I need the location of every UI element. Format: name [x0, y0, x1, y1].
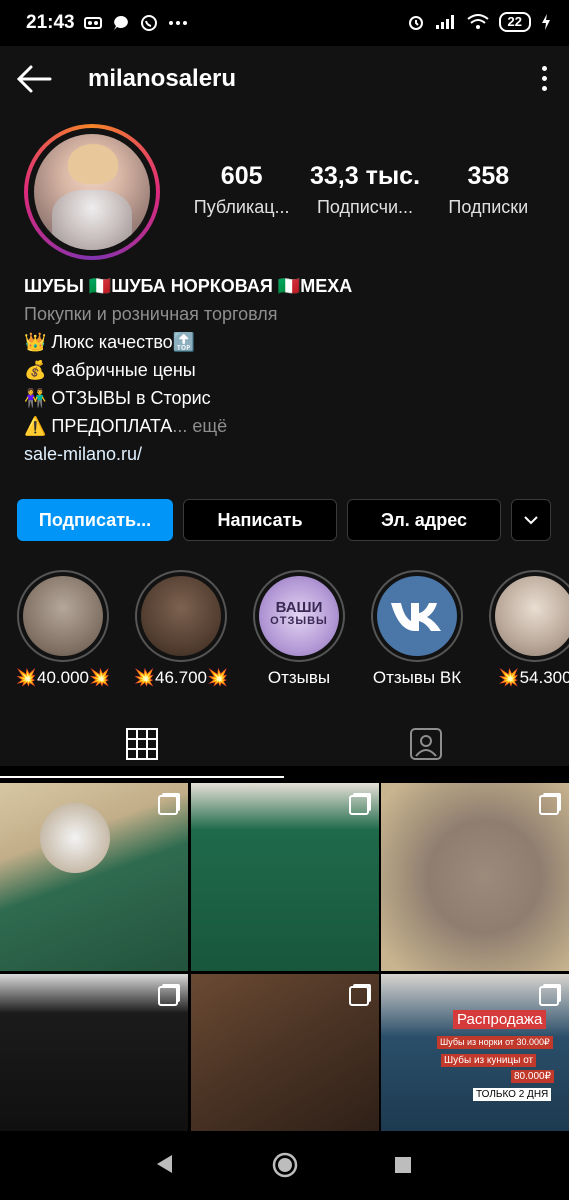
posts-grid: Распродажа Шубы из норки от 30.000₽ Шубы… [0, 783, 569, 1131]
nav-back-icon[interactable] [154, 1153, 174, 1175]
carousel-icon [349, 986, 369, 1006]
highlight-cover-subtitle: ОТЗЫВЫ [270, 615, 328, 627]
post-thumbnail[interactable] [0, 783, 188, 971]
stat-posts[interactable]: 605 Публикац... [180, 162, 303, 218]
post-thumbnail[interactable] [191, 783, 379, 971]
profile-actions: Подписать... Написать Эл. адрес [17, 499, 551, 541]
chat-icon [114, 16, 128, 30]
alarm-icon [408, 16, 423, 30]
bio-line-last: ⚠️ ПРЕДОПЛАТА... ещё [24, 412, 554, 440]
post-overlay-text: 80.000₽ [511, 1070, 554, 1083]
tab-posts-grid[interactable] [0, 710, 284, 778]
post-thumbnail[interactable] [0, 974, 188, 1131]
post-thumbnail[interactable] [191, 974, 379, 1131]
highlight-item[interactable]: 💥54.300 [476, 570, 569, 688]
bio-website-link[interactable]: sale-milano.ru/ [24, 440, 554, 468]
tagged-icon [410, 728, 442, 760]
nav-home-icon[interactable] [271, 1151, 299, 1179]
chevron-down-icon [524, 516, 538, 525]
carousel-icon [539, 986, 559, 1006]
profile-name: ШУБЫ 🇮🇹ШУБА НОРКОВАЯ 🇮🇹МЕХА [24, 276, 353, 296]
highlight-label: 💥54.300 [498, 668, 569, 687]
avatar-image [34, 134, 150, 250]
stat-followers[interactable]: 33,3 тыс. Подписчи... [303, 162, 426, 218]
suggested-accounts-button[interactable] [511, 499, 551, 541]
highlight-label: Отзывы ВК [372, 668, 462, 687]
profile-bio: ШУБЫ 🇮🇹ШУБА НОРКОВАЯ 🇮🇹МЕХА Покупки и ро… [24, 272, 554, 468]
highlight-item[interactable]: 💥40.000💥 [4, 570, 122, 688]
highlight-item[interactable]: 💥46.700💥 [122, 570, 240, 688]
voicemail-icon [84, 17, 102, 29]
carousel-icon [539, 795, 559, 815]
bio-line: 👫 ОТЗЫВЫ в Сторис [24, 388, 211, 408]
highlight-cover [141, 576, 221, 656]
stat-value: 358 [467, 162, 510, 190]
status-bar: 21:43 22 [0, 0, 569, 46]
profile-stats: 605 Публикац... 33,3 тыс. Подписчи... 35… [180, 162, 550, 218]
notification-icons [84, 14, 188, 32]
stat-following[interactable]: 358 Подписки [427, 162, 550, 218]
nav-recents-icon[interactable] [393, 1155, 413, 1175]
carousel-icon [349, 795, 369, 815]
carousel-icon [158, 795, 178, 815]
stat-value: 33,3 тыс. [309, 162, 421, 190]
bio-line: ⚠️ ПРЕДОПЛАТА [24, 416, 173, 436]
profile-header: milanosaleru [0, 46, 569, 112]
avatar[interactable] [24, 124, 160, 260]
email-button[interactable]: Эл. адрес [347, 499, 501, 541]
story-highlights: 💥40.000💥 💥46.700💥 ВАШИ ОТЗЫВЫ Отзывы Отз… [0, 570, 569, 690]
highlight-cover [495, 576, 569, 656]
bio-line: 💰 Фабричные цены [24, 360, 196, 380]
more-notifications-icon [169, 21, 187, 25]
highlight-item[interactable]: ВАШИ ОТЗЫВЫ Отзывы [240, 570, 358, 688]
carousel-icon [158, 986, 178, 1006]
highlight-cover-title: ВАШИ [275, 599, 323, 616]
profile-tabs [0, 710, 569, 780]
highlight-label: 💥40.000💥 [15, 668, 111, 687]
tab-tagged[interactable] [284, 710, 568, 778]
vk-logo-icon [391, 603, 441, 631]
status-time: 21:43 [26, 12, 75, 33]
highlight-cover [377, 576, 457, 656]
highlight-label: Отзывы [267, 668, 331, 687]
bio-more-link[interactable]: ... ещё [172, 416, 227, 436]
stat-label: Подписчи... [316, 197, 414, 217]
post-thumbnail[interactable] [381, 783, 569, 971]
post-overlay-title: Распродажа [453, 1010, 547, 1029]
profile-section: 605 Публикац... 33,3 тыс. Подписчи... 35… [0, 112, 569, 778]
stat-value: 605 [220, 162, 263, 190]
post-overlay-text: Шубы из норки от 30.000₽ [437, 1036, 553, 1049]
more-options-icon[interactable] [542, 66, 547, 91]
post-overlay-text: ТОЛЬКО 2 ДНЯ [473, 1088, 552, 1101]
grid-icon [126, 728, 158, 760]
follow-button[interactable]: Подписать... [17, 499, 173, 541]
profile-category: Покупки и розничная торговля [24, 304, 278, 324]
stat-label: Публикац... [193, 197, 290, 217]
highlight-cover: ВАШИ ОТЗЫВЫ [259, 576, 339, 656]
post-thumbnail[interactable]: Распродажа Шубы из норки от 30.000₽ Шубы… [381, 974, 569, 1131]
stat-label: Подписки [448, 197, 529, 217]
system-navigation-bar [0, 1131, 569, 1200]
system-icons: 22 [407, 12, 551, 32]
highlight-item[interactable]: Отзывы ВК [358, 570, 476, 688]
signal-icon [435, 15, 454, 29]
message-button[interactable]: Написать [183, 499, 337, 541]
post-image-detail [40, 803, 110, 873]
whatsapp-icon [141, 15, 157, 31]
highlight-label: 💥46.700💥 [133, 668, 229, 687]
wifi-icon [466, 14, 489, 29]
active-tab-indicator [0, 776, 284, 778]
post-overlay-text: Шубы из куницы от [441, 1054, 537, 1067]
highlight-cover [23, 576, 103, 656]
battery-indicator: 22 [498, 12, 531, 32]
bio-line: 👑 Люкс качество🔝 [24, 332, 196, 352]
charging-icon [542, 14, 550, 30]
profile-username: milanosaleru [88, 65, 237, 92]
back-arrow-icon[interactable] [16, 64, 52, 94]
